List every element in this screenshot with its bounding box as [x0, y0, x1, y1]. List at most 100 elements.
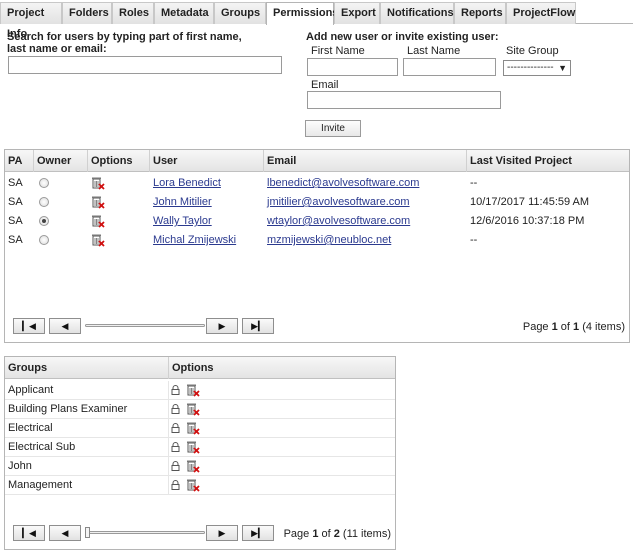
- last-visited-cell: --: [470, 177, 478, 189]
- col-header-owner[interactable]: Owner: [34, 150, 88, 172]
- trash-delete-icon[interactable]: [91, 176, 105, 190]
- lock-icon[interactable]: [171, 423, 180, 433]
- lock-icon[interactable]: [171, 461, 180, 471]
- last-visited-cell: --: [470, 234, 478, 246]
- group-name: Applicant: [5, 381, 169, 400]
- trash-delete-icon[interactable]: [186, 478, 200, 492]
- user-link[interactable]: Wally Taylor: [150, 212, 212, 231]
- trash-delete-icon[interactable]: [186, 421, 200, 435]
- users-grid-header: PA Owner Options User Email Last Visited…: [5, 150, 629, 172]
- list-item: Building Plans Examiner: [5, 400, 395, 419]
- email-link[interactable]: jmitilier@avolvesoftware.com: [264, 193, 410, 212]
- list-item: Applicant: [5, 381, 395, 400]
- tab-notifications[interactable]: Notifications: [380, 2, 454, 24]
- pa-cell: SA: [8, 196, 23, 208]
- trash-delete-icon[interactable]: [91, 214, 105, 228]
- list-item: Management: [5, 476, 395, 495]
- col-header-pa[interactable]: PA: [5, 150, 34, 172]
- col-header-last-visited[interactable]: Last Visited Project: [467, 150, 631, 172]
- tab-projectflow[interactable]: ProjectFlow: [506, 2, 576, 24]
- owner-radio[interactable]: [39, 216, 49, 226]
- users-page-info: Page 1 of 1 (4 items): [522, 321, 625, 333]
- site-group-value: --------------: [507, 62, 554, 73]
- last-visited-cell: 12/6/2016 10:37:18 PM: [470, 215, 585, 227]
- site-group-select[interactable]: -------------- ▼: [503, 60, 571, 76]
- email-link[interactable]: lbenedict@avolvesoftware.com: [264, 174, 419, 193]
- list-item: Electrical: [5, 419, 395, 438]
- search-label-line1: Search for users by typing part of first…: [7, 31, 242, 43]
- group-name: John: [5, 457, 169, 476]
- user-link[interactable]: Michal Zmijewski: [150, 231, 236, 250]
- prev-page-button[interactable]: ◀: [49, 525, 81, 541]
- tab-metadata[interactable]: Metadata: [154, 2, 214, 24]
- last-page-button[interactable]: ▶▎: [242, 525, 274, 541]
- users-grid: PA Owner Options User Email Last Visited…: [4, 149, 630, 343]
- col-header-options[interactable]: Options: [88, 150, 150, 172]
- tab-reports[interactable]: Reports: [454, 2, 506, 24]
- trash-delete-icon[interactable]: [91, 195, 105, 209]
- groups-pager: ▎◀ ◀ ▶ ▶▎ Page 1 of 2 (11 items): [5, 520, 395, 550]
- table-row: SA Wally Taylor wtaylor@avolvesoftware.com…: [5, 212, 629, 231]
- trash-delete-icon[interactable]: [186, 402, 200, 416]
- col-header-group-options[interactable]: Options: [169, 357, 397, 379]
- trash-delete-icon[interactable]: [186, 440, 200, 454]
- email-label: Email: [311, 79, 339, 91]
- email-link[interactable]: mzmijewski@neubloc.net: [264, 231, 391, 250]
- tab-folders[interactable]: Folders: [62, 2, 112, 24]
- next-page-icon: ▶: [218, 528, 226, 538]
- tab-project-info[interactable]: Project Info: [0, 2, 62, 40]
- first-page-button[interactable]: ▎◀: [13, 525, 45, 541]
- group-name: Management: [5, 476, 169, 495]
- last-page-icon: ▶▎: [251, 528, 265, 538]
- col-header-email[interactable]: Email: [264, 150, 467, 172]
- user-link[interactable]: John Mitilier: [150, 193, 212, 212]
- lock-icon[interactable]: [171, 385, 180, 395]
- tab-roles[interactable]: Roles: [112, 2, 154, 24]
- next-page-button[interactable]: ▶: [206, 525, 238, 541]
- first-page-icon: ▎◀: [22, 528, 36, 538]
- first-name-field[interactable]: [307, 58, 398, 76]
- tab-permissions[interactable]: Permissions: [266, 2, 338, 25]
- email-link[interactable]: wtaylor@avolvesoftware.com: [264, 212, 410, 231]
- table-row: SA Michal Zmijewski mzmijewski@neubloc.net…: [5, 231, 629, 250]
- users-pager: ▎◀ ◀ ▶ ▶▎ Page 1 of 1 (4 items): [5, 313, 629, 343]
- next-page-icon: ▶: [218, 321, 226, 331]
- pa-cell: SA: [8, 234, 23, 246]
- page-slider[interactable]: [85, 531, 205, 534]
- user-link[interactable]: Lora Benedict: [150, 174, 221, 193]
- last-page-button[interactable]: ▶▎: [242, 318, 274, 334]
- user-search-input[interactable]: [8, 56, 282, 74]
- invite-button[interactable]: Invite: [305, 120, 361, 137]
- trash-delete-icon[interactable]: [186, 459, 200, 473]
- list-item: Electrical Sub: [5, 438, 395, 457]
- lock-icon[interactable]: [171, 442, 180, 452]
- invite-heading: Add new user or invite existing user:: [306, 31, 499, 43]
- lock-icon[interactable]: [171, 404, 180, 414]
- owner-radio[interactable]: [39, 235, 49, 245]
- tab-export[interactable]: Export: [334, 2, 380, 24]
- last-page-icon: ▶▎: [251, 321, 265, 331]
- col-header-user[interactable]: User: [150, 150, 264, 172]
- owner-radio[interactable]: [39, 178, 49, 188]
- page-slider-thumb[interactable]: [85, 527, 90, 538]
- lock-icon[interactable]: [171, 480, 180, 490]
- col-header-groups[interactable]: Groups: [5, 357, 169, 379]
- table-row: SA John Mitilier jmitilier@avolvesoftware.…: [5, 193, 629, 212]
- prev-page-button[interactable]: ◀: [49, 318, 81, 334]
- tab-groups[interactable]: Groups: [214, 2, 266, 24]
- groups-grid: Groups Options Applicant Building Plans E…: [4, 356, 396, 550]
- page-slider[interactable]: [85, 324, 205, 327]
- first-page-button[interactable]: ▎◀: [13, 318, 45, 334]
- trash-delete-icon[interactable]: [91, 233, 105, 247]
- last-name-label: Last Name: [407, 45, 461, 57]
- pa-cell: SA: [8, 215, 23, 227]
- trash-delete-icon[interactable]: [186, 383, 200, 397]
- owner-radio[interactable]: [39, 197, 49, 207]
- groups-page-info: Page 1 of 2 (11 items): [283, 528, 391, 540]
- email-field[interactable]: [307, 91, 501, 109]
- last-visited-cell: 10/17/2017 11:45:59 AM: [470, 196, 590, 208]
- last-name-field[interactable]: [403, 58, 496, 76]
- chevron-down-icon: ▼: [558, 63, 567, 73]
- next-page-button[interactable]: ▶: [206, 318, 238, 334]
- pa-cell: SA: [8, 177, 23, 189]
